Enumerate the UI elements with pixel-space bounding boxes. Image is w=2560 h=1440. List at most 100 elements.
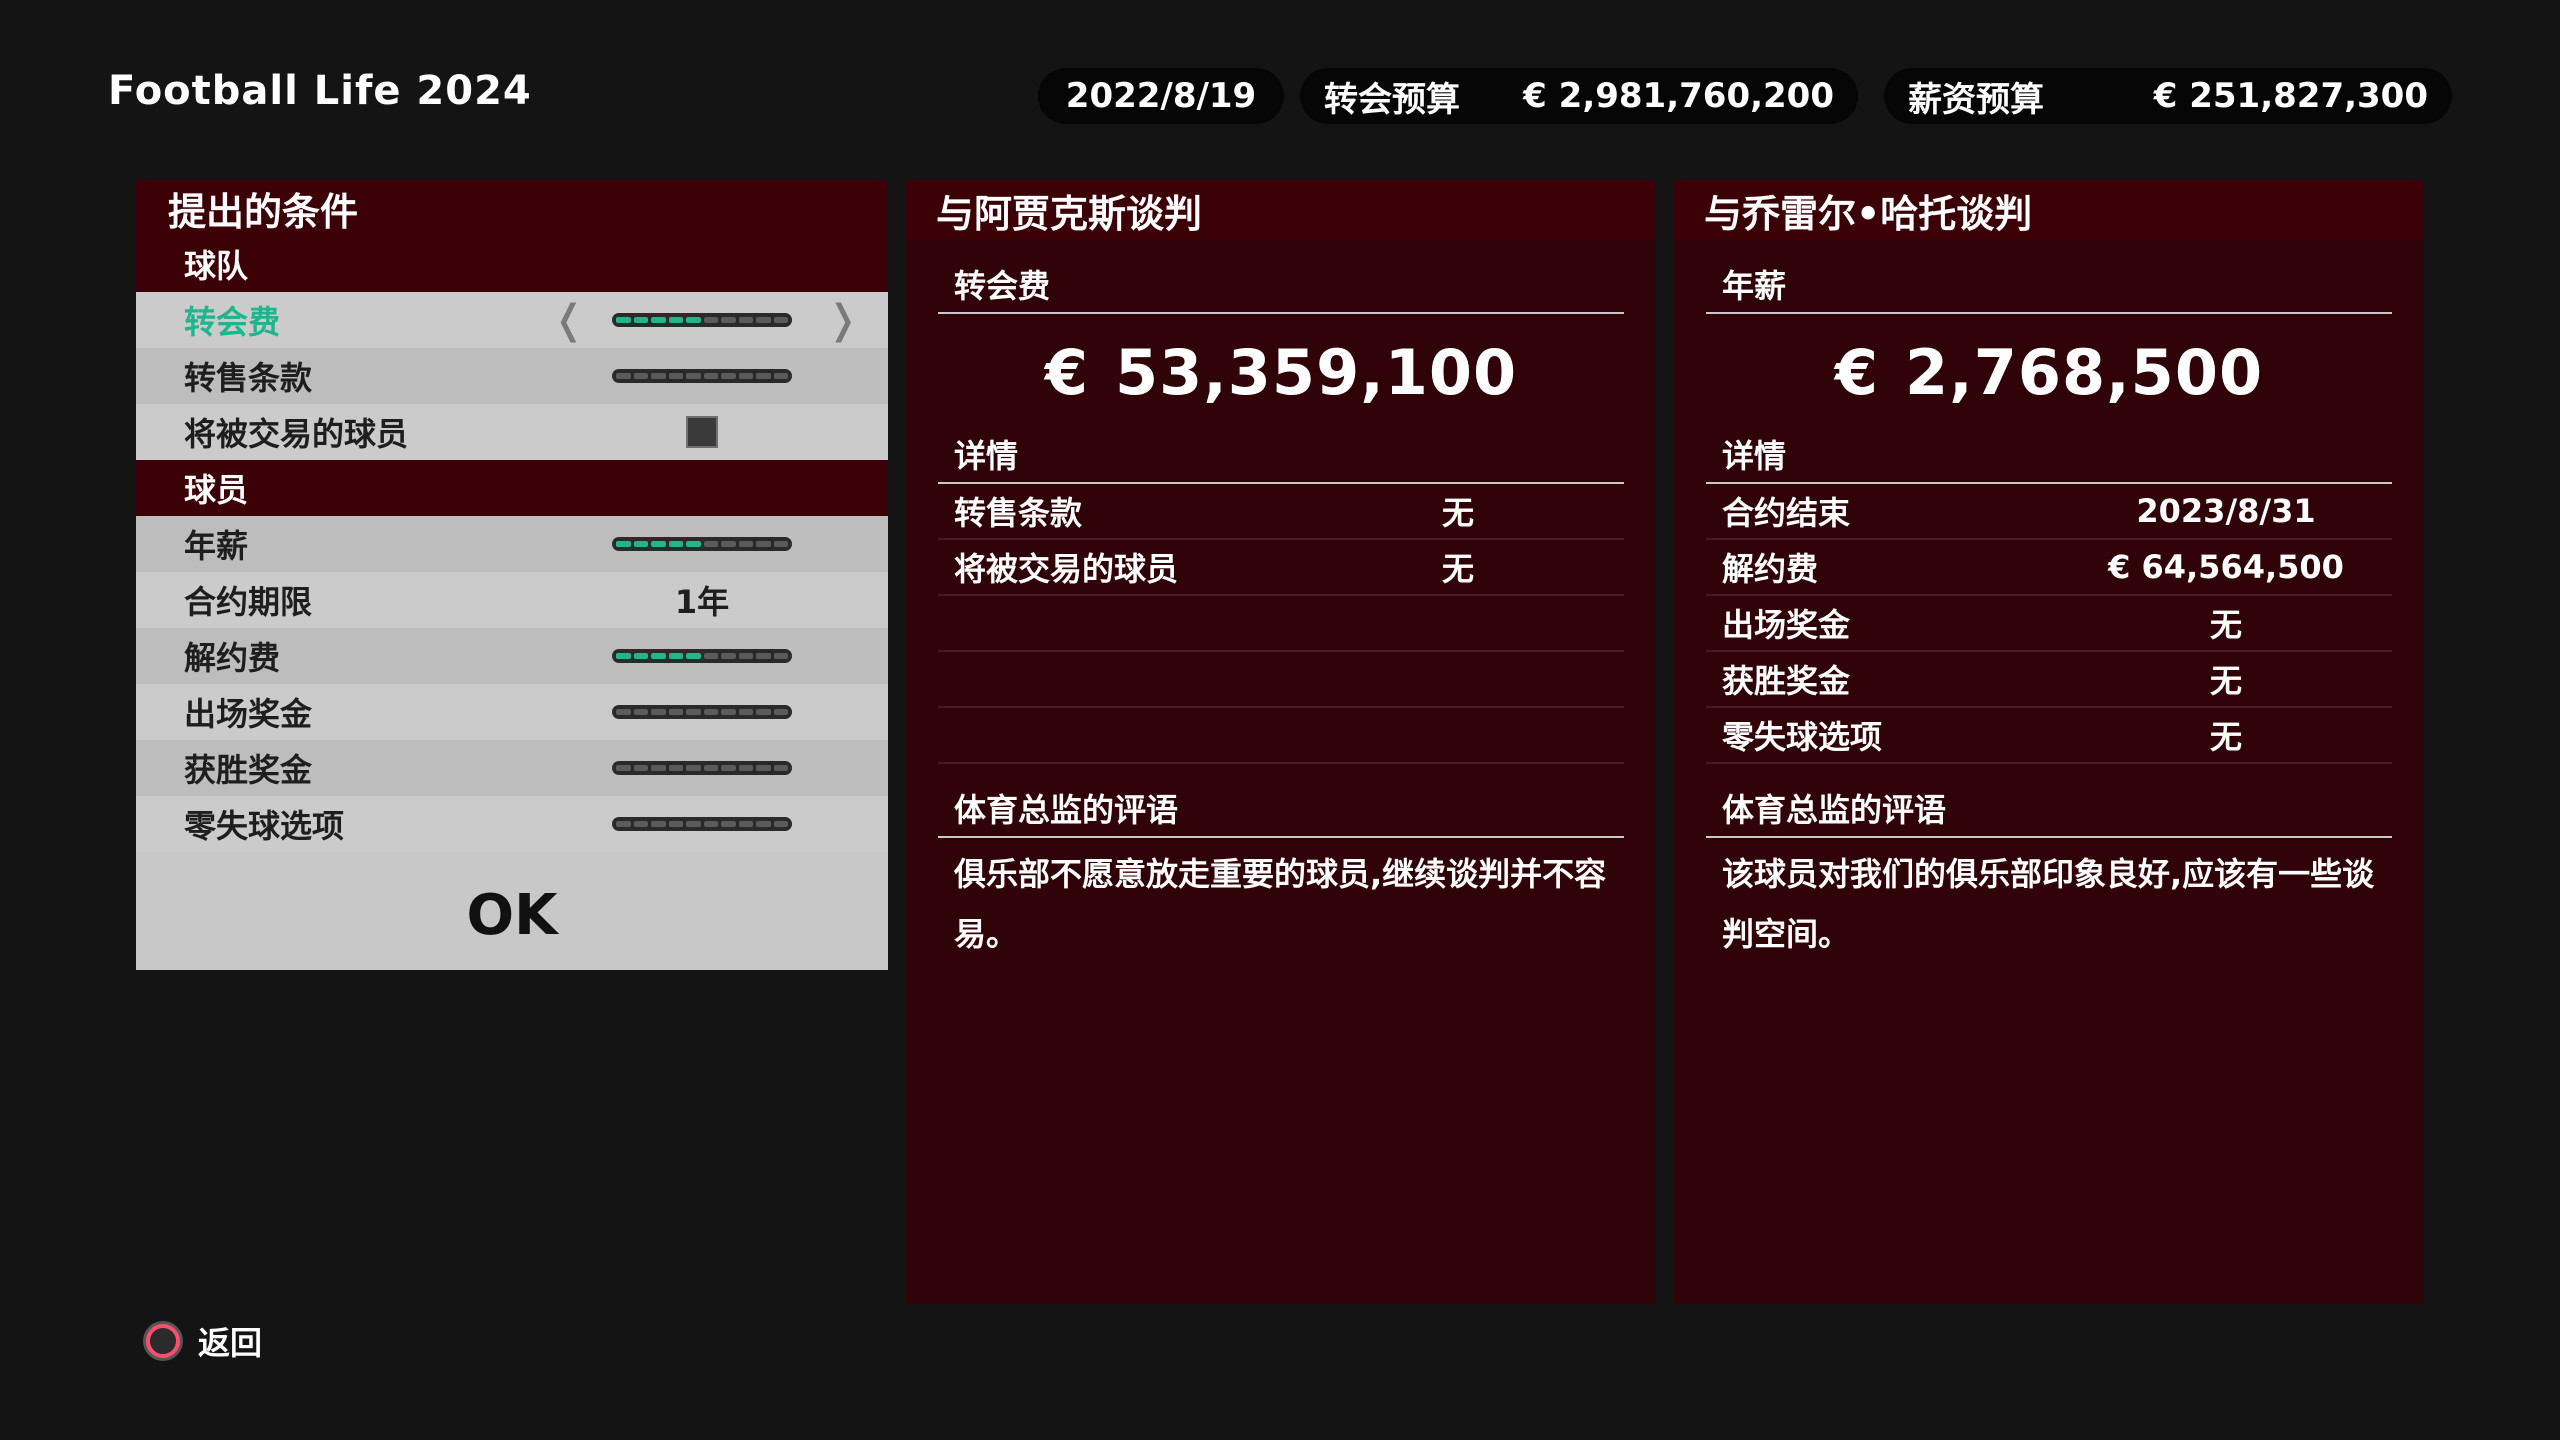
player-exchange-label: 将被交易的球员 [184, 415, 409, 453]
detail-label: 出场奖金 [1722, 606, 1851, 644]
sell-on-clause-slider[interactable] [612, 369, 792, 383]
ok-button[interactable]: OK [461, 882, 564, 949]
detail-label: 将被交易的球员 [954, 550, 1179, 588]
detail-value: 无 [1441, 494, 1475, 532]
slider-segment [668, 317, 683, 323]
slider-segment [773, 373, 788, 379]
slider-segment [616, 317, 631, 323]
player-exchange-row[interactable]: 将被交易的球员 [136, 404, 888, 460]
transfer-fee-section-label: 转会费 [938, 260, 1624, 314]
slider-segment [703, 709, 718, 715]
team-section-header: 球队 [136, 236, 888, 292]
detail-row: 零失球选项 无 [1706, 708, 2392, 764]
sell-on-clause-label: 转售条款 [184, 359, 313, 397]
slider-segment [668, 653, 683, 659]
detail-row: 合约结束 2023/8/31 [1706, 484, 2392, 540]
slider-segment [651, 373, 666, 379]
transfer-fee-value: 53,359,100 [1114, 335, 1518, 409]
appearance-bonus-label: 出场奖金 [184, 695, 313, 733]
currency-symbol: € [1834, 335, 1880, 409]
circle-button-icon [146, 1324, 180, 1358]
transfer-fee-row[interactable]: 转会费 ❬ ❭ [136, 292, 888, 348]
player-section-header: 球员 [136, 460, 888, 516]
slider-segment [668, 821, 683, 827]
salary-section-label: 年薪 [1706, 260, 2392, 314]
contract-length-row[interactable]: 合约期限 1年 [136, 572, 888, 628]
release-clause-slider[interactable] [612, 649, 792, 663]
offer-conditions-panel: 提出的条件 球队 转会费 ❬ ❭ 转售条款 将被交易的球员 球员 年薪 合约期限… [136, 180, 888, 970]
slider-segment [686, 373, 701, 379]
slider-segment [738, 709, 753, 715]
slider-segment [633, 541, 648, 547]
detail-row: 解约费 € 64,564,500 [1706, 540, 2392, 596]
slider-segment [651, 765, 666, 771]
chevron-left-icon[interactable]: ❬ [552, 292, 586, 348]
slider-segment [703, 765, 718, 771]
slider-segment [738, 765, 753, 771]
salary-amount: € 2,768,500 [1706, 314, 2392, 430]
slider-segment [616, 709, 631, 715]
clean-sheet-row[interactable]: 零失球选项 [136, 796, 888, 852]
player-exchange-checkbox[interactable] [686, 416, 718, 448]
slider-segment [756, 373, 771, 379]
slider-segment [738, 317, 753, 323]
slider-segment [651, 709, 666, 715]
annual-salary-slider[interactable] [612, 537, 792, 551]
clean-sheet-slider[interactable] [612, 817, 792, 831]
transfer-fee-amount: € 53,359,100 [938, 314, 1624, 430]
slider-segment [773, 653, 788, 659]
back-label: 返回 [198, 1324, 263, 1362]
sell-on-clause-row[interactable]: 转售条款 [136, 348, 888, 404]
slider-segment [668, 709, 683, 715]
transfer-budget-value: € 2,981,760,200 [1523, 76, 1834, 116]
win-bonus-slider[interactable] [612, 761, 792, 775]
detail-row: 将被交易的球员 无 [938, 540, 1624, 596]
slider-segment [738, 373, 753, 379]
detail-value: 无 [1441, 550, 1475, 588]
transfer-fee-label: 转会费 [184, 303, 281, 341]
detail-label: 转售条款 [954, 494, 1083, 532]
detail-label: 解约费 [1722, 550, 1819, 588]
detail-row: 获胜奖金 无 [1706, 652, 2392, 708]
slider-segment [773, 821, 788, 827]
clean-sheet-label: 零失球选项 [184, 807, 345, 845]
transfer-fee-slider[interactable] [612, 313, 792, 327]
annual-salary-row[interactable]: 年薪 [136, 516, 888, 572]
contract-length-value: 1年 [674, 583, 730, 621]
slider-segment [633, 709, 648, 715]
detail-value: 无 [2209, 718, 2243, 756]
slider-segment [703, 821, 718, 827]
currency-symbol: € [1044, 335, 1089, 409]
slider-segment [633, 653, 648, 659]
slider-segment [773, 765, 788, 771]
win-bonus-row[interactable]: 获胜奖金 [136, 740, 888, 796]
slider-segment [756, 653, 771, 659]
slider-segment [756, 709, 771, 715]
game-title: Football Life 2024 [108, 68, 532, 114]
slider-segment [668, 373, 683, 379]
slider-segment [668, 765, 683, 771]
slider-segment [686, 653, 701, 659]
transfer-budget-label: 转会预算 [1324, 79, 1460, 120]
ok-area: OK [136, 860, 888, 970]
director-comment-label: 体育总监的评语 [1706, 784, 2392, 838]
salary-value: 2,768,500 [1905, 335, 2264, 409]
appearance-bonus-row[interactable]: 出场奖金 [136, 684, 888, 740]
detail-label: 零失球选项 [1722, 718, 1883, 756]
slider-segment [721, 653, 736, 659]
wage-budget-pill: 薪资预算 € 251,827,300 [1884, 68, 2452, 124]
slider-segment [773, 541, 788, 547]
slider-segment [686, 317, 701, 323]
contract-length-label: 合约期限 [184, 583, 313, 621]
slider-segment [703, 373, 718, 379]
details-section-label: 详情 [1706, 430, 2392, 484]
slider-segment [721, 709, 736, 715]
detail-label: 合约结束 [1722, 494, 1851, 532]
back-button[interactable]: 返回 [146, 1318, 262, 1364]
detail-row: 转售条款 无 [938, 484, 1624, 540]
release-clause-row[interactable]: 解约费 [136, 628, 888, 684]
slider-segment [633, 821, 648, 827]
appearance-bonus-slider[interactable] [612, 705, 792, 719]
slider-segment [721, 373, 736, 379]
chevron-right-icon[interactable]: ❭ [826, 292, 860, 348]
